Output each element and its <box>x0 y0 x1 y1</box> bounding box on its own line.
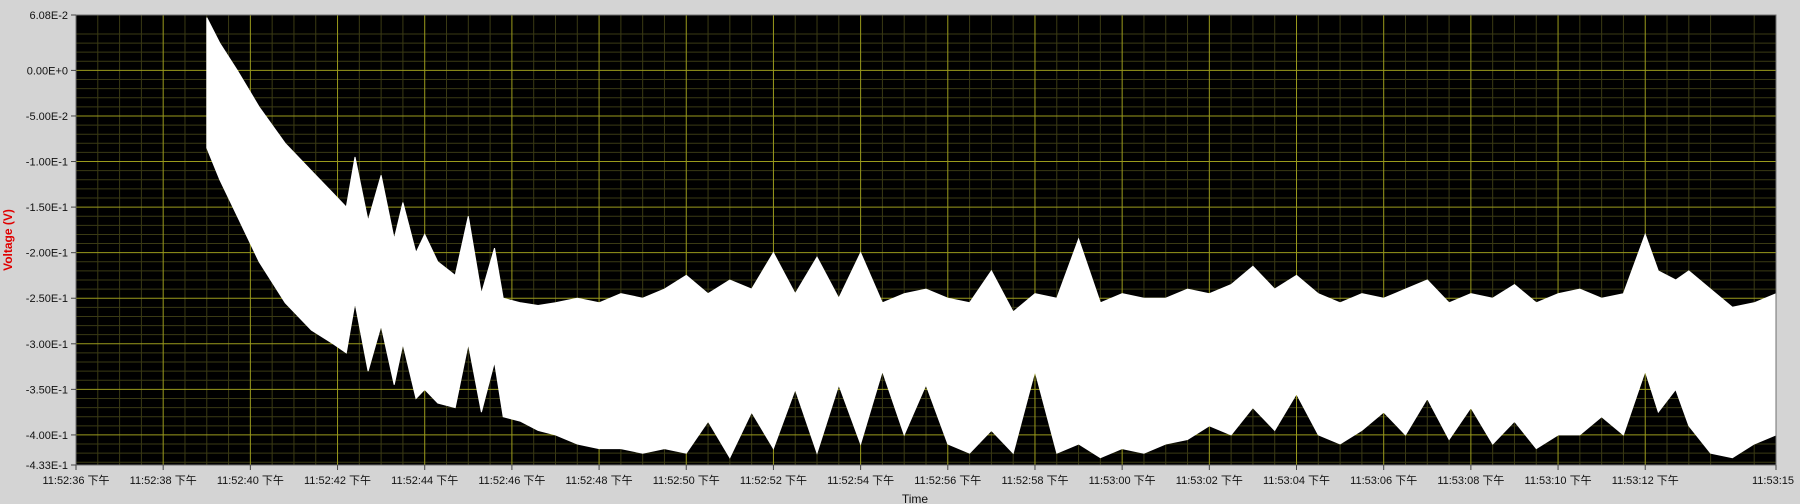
x-tick-label: 11:52:38 下午 <box>130 474 197 487</box>
y-tick-label: 0.00E+0 <box>27 65 68 77</box>
x-tick-label: 11:52:40 下午 <box>217 474 284 487</box>
x-axis-title: Time <box>902 492 929 504</box>
x-tick-label: 11:53:08 下午 <box>1437 474 1504 487</box>
y-tick-label: -1.50E-1 <box>26 202 68 214</box>
x-tick-label: 11:53:04 下午 <box>1263 474 1330 487</box>
x-tick-label: 11:53:12 下午 <box>1612 474 1679 487</box>
y-tick-label: -5.00E-2 <box>26 111 68 123</box>
x-tick-label: 11:53:15 <box>1752 475 1794 487</box>
x-tick-label: 11:53:02 下午 <box>1176 474 1243 487</box>
y-tick-label: -3.00E-1 <box>26 339 68 351</box>
y-axis: 6.08E-2 0.00E+0 -5.00E-2 -1.00E-1 -1.50E-1 -2… <box>26 10 76 472</box>
y-tick-label: -1.00E-1 <box>26 157 68 169</box>
x-tick-label: 11:52:46 下午 <box>478 474 545 487</box>
x-tick-label: 11:52:52 下午 <box>740 474 807 487</box>
y-tick-label: -3.50E-1 <box>26 384 68 396</box>
x-tick-label: 11:52:36 下午 <box>42 474 109 487</box>
x-tick-label: 11:52:48 下午 <box>566 474 633 487</box>
x-tick-label: 11:52:50 下午 <box>653 474 720 487</box>
x-tick-label: 11:53:10 下午 <box>1525 474 1592 487</box>
x-tick-label: 11:53:00 下午 <box>1089 474 1156 487</box>
x-axis: 11:52:36 下午 11:52:38 下午 11:52:40 下午 11:52:4… <box>42 465 1794 487</box>
y-tick-label: -4.00E-1 <box>26 430 68 442</box>
x-tick-label: 11:52:42 下午 <box>304 474 371 487</box>
chart-panel: 6.08E-2 0.00E+0 -5.00E-2 -1.00E-1 -1.50E-1 -2… <box>0 0 1800 504</box>
x-tick-label: 11:52:58 下午 <box>1001 474 1068 487</box>
y-tick-label: -4.33E-1 <box>26 460 68 472</box>
x-tick-label: 11:53:06 下午 <box>1350 474 1417 487</box>
voltage-time-chart: 6.08E-2 0.00E+0 -5.00E-2 -1.00E-1 -1.50E-1 -2… <box>1 10 1794 504</box>
y-tick-label: -2.50E-1 <box>26 293 68 305</box>
x-tick-label: 11:52:44 下午 <box>391 474 458 487</box>
y-tick-label: 6.08E-2 <box>29 10 68 22</box>
y-axis-title: Voltage (V) <box>1 209 15 271</box>
y-tick-label: -2.00E-1 <box>26 248 68 260</box>
x-tick-label: 11:52:54 下午 <box>827 474 894 487</box>
x-tick-label: 11:52:56 下午 <box>914 474 981 487</box>
